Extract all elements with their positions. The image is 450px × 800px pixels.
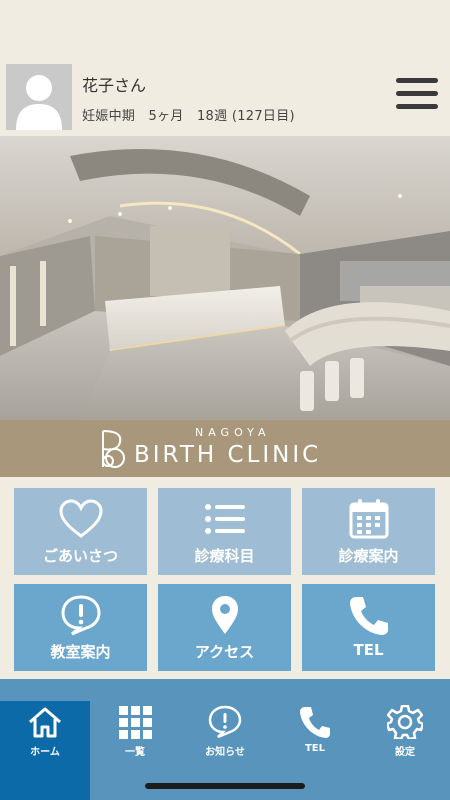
tel-tile[interactable]: TEL bbox=[302, 584, 435, 671]
heart-icon bbox=[58, 499, 103, 538]
user-silhouette-icon bbox=[6, 64, 72, 130]
pregnancy-status: 妊娠中期 5ヶ月 18週 (127日目) bbox=[82, 109, 295, 124]
greeting-tile[interactable]: ごあいさつ bbox=[14, 488, 147, 575]
gear-icon bbox=[387, 705, 423, 739]
hamburger-menu-icon[interactable] bbox=[396, 78, 440, 114]
consultation-info-tile[interactable]: 診療案内 bbox=[302, 488, 435, 575]
user-header: 花子さん 妊娠中期 5ヶ月 18週 (127日目) bbox=[0, 60, 450, 134]
home-indicator[interactable] bbox=[145, 783, 305, 789]
nav-label: 設定 bbox=[395, 747, 415, 758]
nav-label: ホーム bbox=[30, 747, 60, 758]
tile-label: 診療案内 bbox=[338, 547, 399, 565]
tile-label: TEL bbox=[353, 641, 384, 659]
logo-city-text: NAGOYA bbox=[195, 426, 271, 439]
grid-icon bbox=[119, 706, 152, 739]
exclamation-bubble-icon bbox=[208, 705, 242, 739]
user-name: 花子さん bbox=[82, 76, 147, 95]
nav-label: TEL bbox=[304, 743, 326, 754]
access-tile[interactable]: アクセス bbox=[158, 584, 291, 671]
nav-label: お知らせ bbox=[205, 747, 245, 758]
departments-tile[interactable]: 診療科目 bbox=[158, 488, 291, 575]
avatar[interactable] bbox=[6, 64, 72, 130]
phone-icon bbox=[349, 597, 388, 635]
nav-settings[interactable]: 設定 bbox=[360, 701, 450, 800]
nav-home[interactable]: ホーム bbox=[0, 701, 90, 800]
calendar-icon bbox=[349, 499, 388, 539]
home-icon bbox=[29, 707, 61, 738]
clinic-logo-banner: NAGOYA BIRTH CLINIC bbox=[0, 420, 450, 477]
tile-label: 診療科目 bbox=[194, 547, 255, 565]
phone-icon bbox=[300, 707, 330, 738]
tile-label: 教室案内 bbox=[50, 643, 111, 661]
clinic-lobby-photo bbox=[0, 136, 450, 420]
tile-label: ごあいさつ bbox=[42, 547, 118, 565]
exclamation-bubble-icon bbox=[60, 595, 101, 636]
map-pin-icon bbox=[211, 596, 238, 634]
bottom-navigation: ホーム 一覧 お知らせ TEL 設定 bbox=[0, 679, 450, 800]
classes-tile[interactable]: 教室案内 bbox=[14, 584, 147, 671]
tile-label: アクセス bbox=[194, 643, 255, 661]
clinic-logo-icon bbox=[102, 430, 125, 468]
nav-label: 一覧 bbox=[125, 747, 145, 758]
list-icon bbox=[204, 504, 245, 534]
logo-clinic-text: BIRTH CLINIC bbox=[134, 442, 322, 468]
